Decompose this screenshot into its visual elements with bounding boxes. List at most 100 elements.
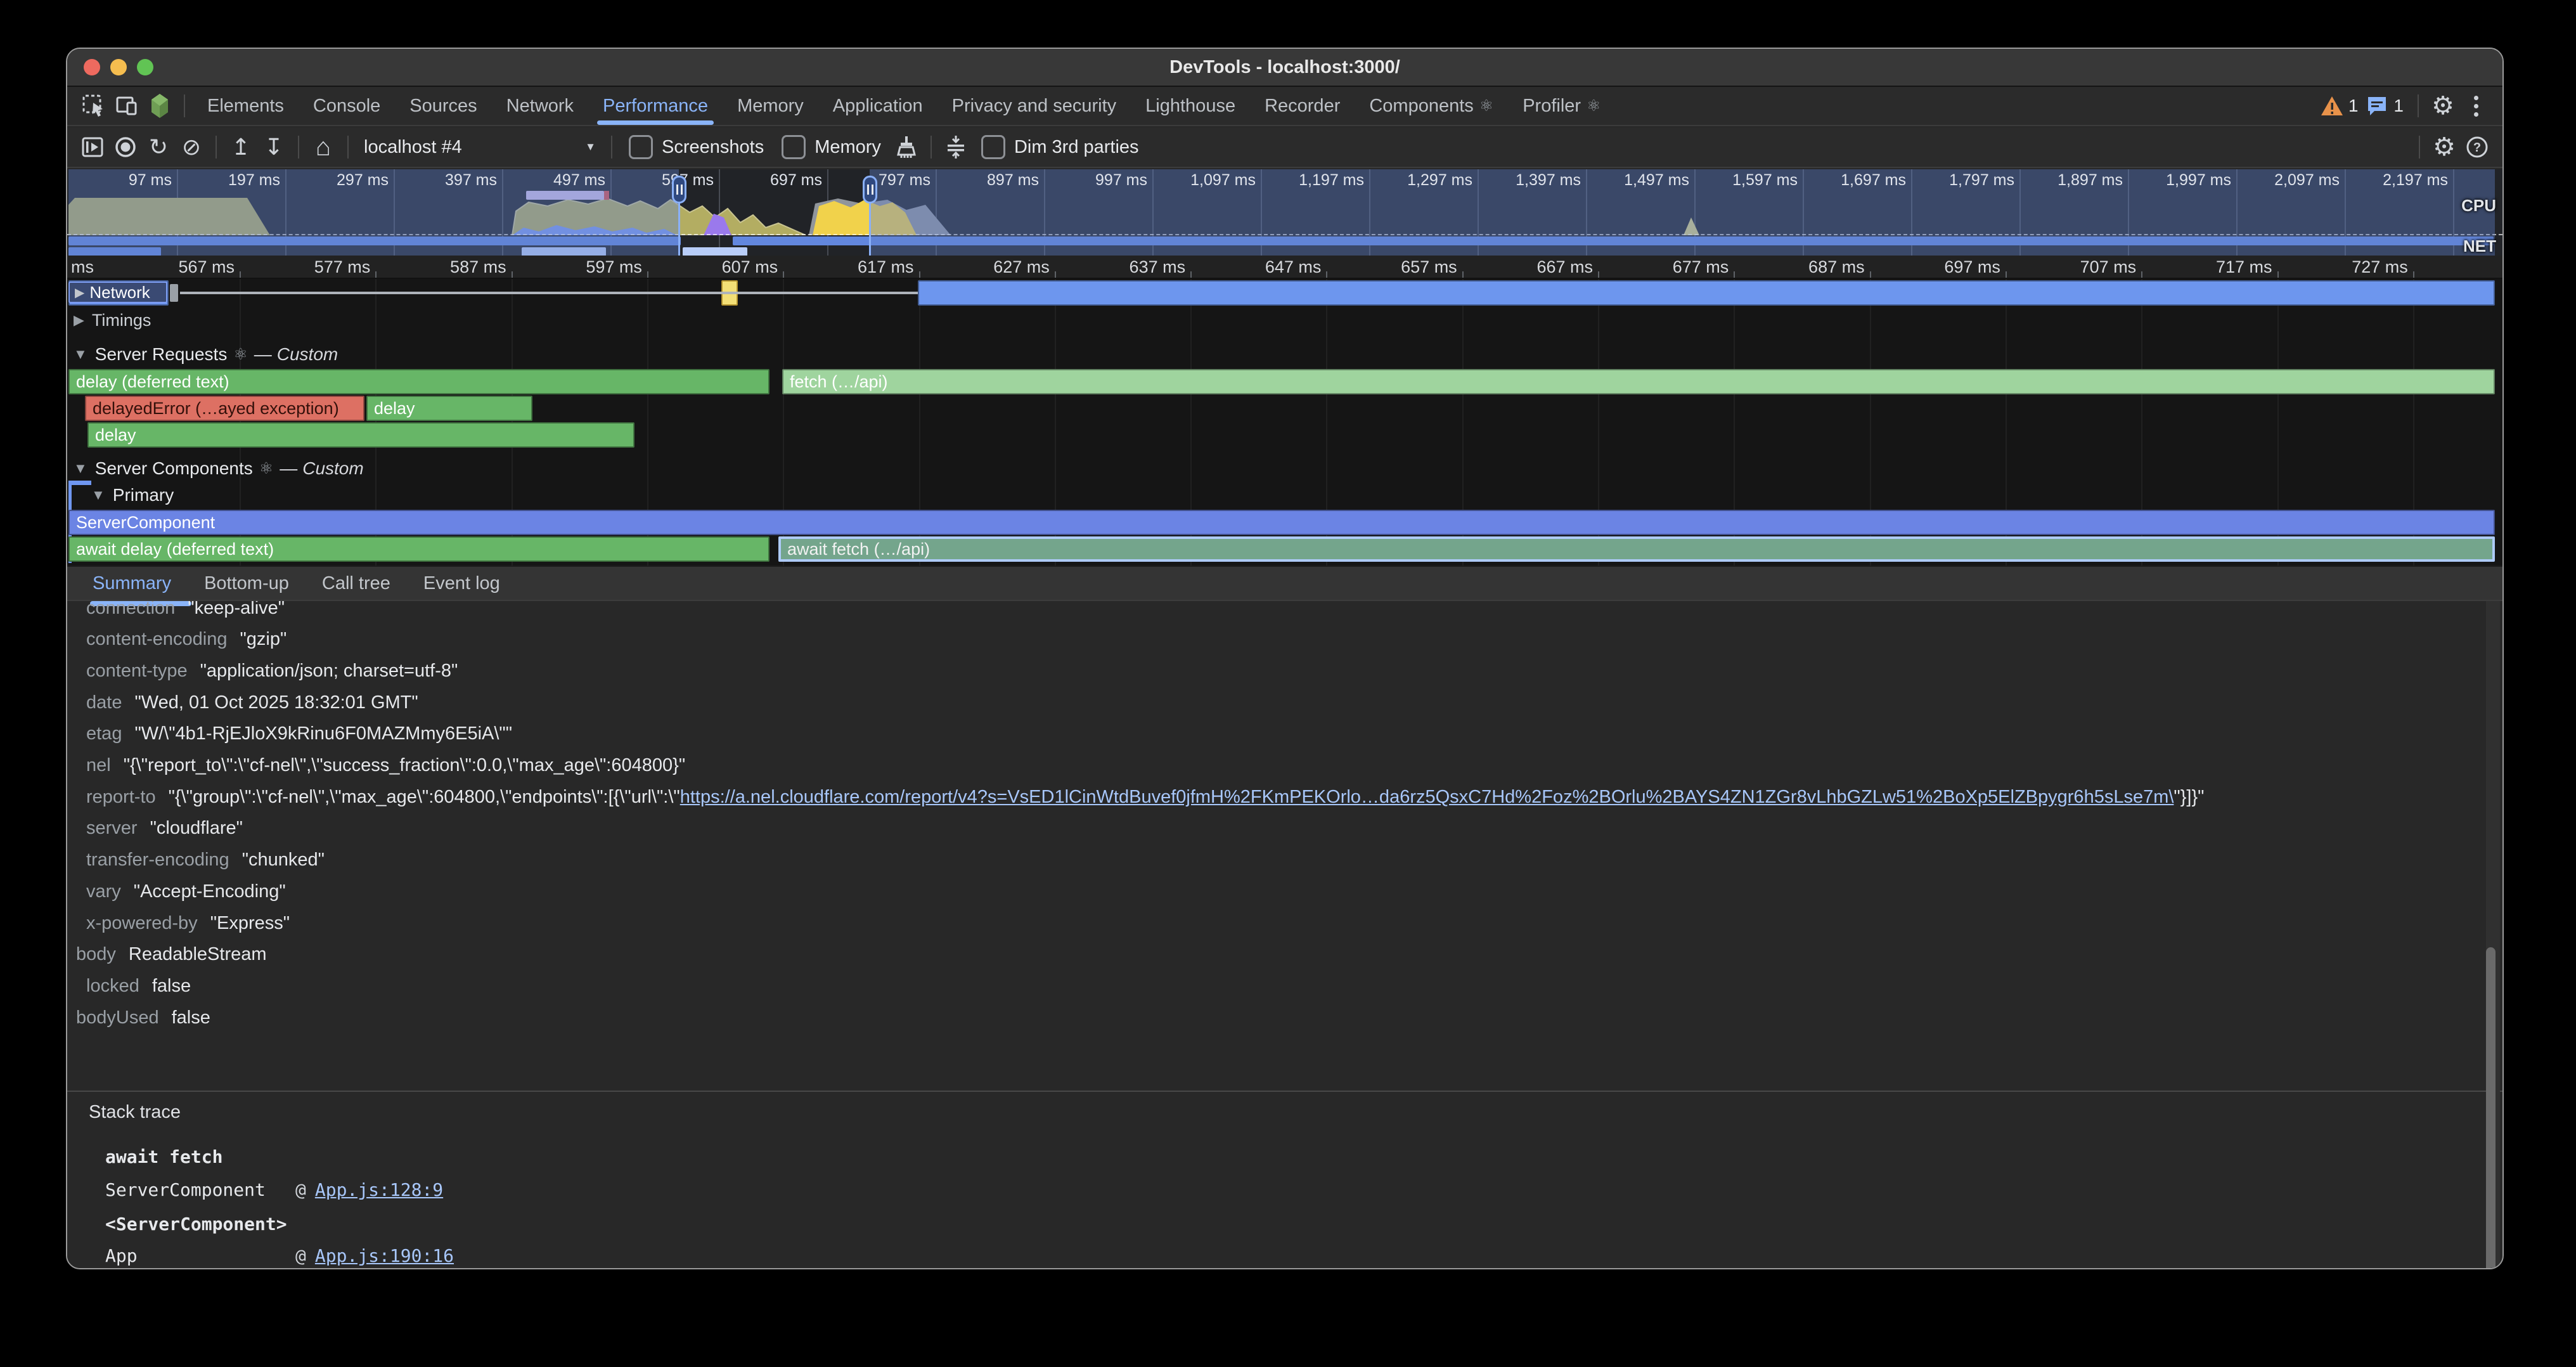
server-components-header[interactable]: ▼ Server Components ⚛ — Custom bbox=[68, 457, 364, 481]
overview-ruler-label: 2,197 ms bbox=[2353, 171, 2448, 188]
capture-settings-gear-icon[interactable]: ⚙ bbox=[2428, 132, 2461, 162]
flame-bar[interactable]: fetch (…/api) bbox=[782, 369, 2495, 394]
record-and-reload-button[interactable]: ↻ bbox=[142, 132, 175, 162]
flame-ruler-label: 567 ms bbox=[127, 257, 235, 277]
tab-sources[interactable]: Sources bbox=[395, 87, 491, 125]
record-button[interactable] bbox=[109, 132, 142, 162]
extension-gem-icon[interactable] bbox=[143, 91, 176, 121]
flame-bar[interactable]: delay bbox=[87, 422, 634, 448]
chevron-down-icon: ▼ bbox=[74, 460, 87, 477]
frame-function: App bbox=[105, 1245, 295, 1266]
tab-event-log[interactable]: Event log bbox=[407, 567, 517, 600]
divider bbox=[216, 136, 217, 159]
source-location-link[interactable]: App.js:128:9 bbox=[315, 1179, 443, 1200]
flame-bar[interactable]: await delay (deferred text) bbox=[68, 536, 770, 562]
tab-profiler[interactable]: Profiler⚛ bbox=[1508, 87, 1615, 125]
issues-message-icon[interactable] bbox=[2364, 91, 2390, 121]
flame-bar[interactable]: await fetch (…/api) bbox=[778, 536, 2495, 562]
clear-button[interactable]: ⊘ bbox=[175, 132, 208, 162]
dim-3rd-parties-checkbox[interactable]: Dim 3rd parties bbox=[981, 135, 1139, 159]
scrollbar-thumb[interactable] bbox=[2486, 947, 2496, 1268]
track-resize-grip[interactable] bbox=[170, 284, 178, 302]
main-tabbar: Elements Console SourcesNetworkPerformance… bbox=[67, 87, 2502, 126]
header-row: transfer-encoding"chunked" bbox=[86, 845, 325, 876]
divider bbox=[298, 136, 299, 159]
flame-bar[interactable]: ServerComponent bbox=[68, 510, 2495, 535]
flame-bar[interactable]: delay (deferred text) bbox=[68, 369, 770, 394]
flamechart-tracks: ▶ Network ▶ Timings ▼ Server Requests ⚛ … bbox=[67, 279, 2502, 566]
flame-ruler-label: 727 ms bbox=[2300, 257, 2408, 277]
tab-lighthouse[interactable]: Lighthouse bbox=[1131, 87, 1250, 125]
header-key: etag bbox=[86, 723, 122, 744]
memory-checkbox[interactable]: Memory bbox=[782, 135, 881, 159]
flame-bar-label: delay bbox=[368, 399, 415, 418]
flame-bar[interactable]: delay bbox=[366, 396, 532, 421]
flame-bar[interactable]: delayedError (…ayed exception) bbox=[85, 396, 364, 421]
overview-ruler-label: 1,397 ms bbox=[1486, 171, 1581, 188]
tab-recorder[interactable]: Recorder bbox=[1250, 87, 1355, 125]
header-row: lockedfalse bbox=[86, 970, 191, 1002]
tab-summary[interactable]: Summary bbox=[76, 567, 188, 600]
primary-label-text: Primary bbox=[113, 485, 174, 505]
overview-ruler-label: 1,297 ms bbox=[1377, 171, 1472, 188]
tab-privacy-and-security[interactable]: Privacy and security bbox=[937, 87, 1131, 125]
section-divider bbox=[67, 1091, 2502, 1092]
live-metrics-home-button[interactable]: ⌂ bbox=[307, 132, 340, 162]
header-value: ReadableStream bbox=[129, 944, 267, 965]
timeline-overview[interactable]: 97 ms197 ms297 ms397 ms497 ms597 ms697 m… bbox=[67, 169, 2502, 256]
overview-ruler-label: 297 ms bbox=[293, 171, 389, 188]
overview-ruler-label: 1,097 ms bbox=[1161, 171, 1256, 188]
history-dropdown[interactable]: localhost #4 ▼ bbox=[356, 132, 603, 162]
tab-call-tree[interactable]: Call tree bbox=[306, 567, 407, 600]
flame-bar-label: delayedError (…ayed exception) bbox=[86, 399, 339, 418]
screenshots-checkbox[interactable]: Screenshots bbox=[629, 135, 764, 159]
compress-tracks-icon[interactable] bbox=[939, 132, 972, 162]
source-location-link[interactable]: App.js:190:16 bbox=[315, 1245, 454, 1266]
flame-ruler-label: 607 ms bbox=[670, 257, 778, 277]
selection-right-handle[interactable] bbox=[863, 176, 877, 204]
settings-gear-icon[interactable]: ⚙ bbox=[2426, 91, 2459, 121]
tab-performance[interactable]: Performance bbox=[588, 87, 723, 125]
toggle-sidebar-icon[interactable] bbox=[76, 132, 109, 162]
header-key: locked bbox=[86, 976, 139, 997]
header-key: connection bbox=[86, 601, 175, 619]
selection-left-handle[interactable] bbox=[672, 176, 686, 204]
header-row: nel"{\"report_to\":\"cf-nel\",\"success_… bbox=[86, 750, 685, 782]
inspect-element-icon[interactable] bbox=[77, 91, 110, 121]
kebab-menu-icon[interactable] bbox=[2459, 91, 2492, 121]
help-icon[interactable]: ? bbox=[2461, 132, 2494, 162]
load-profile-button[interactable]: ↥ bbox=[224, 132, 257, 162]
tab-label: Console bbox=[313, 96, 380, 117]
header-key: nel bbox=[86, 755, 111, 776]
warning-icon[interactable] bbox=[2319, 91, 2345, 121]
network-whisker bbox=[180, 292, 918, 294]
tab-console[interactable]: Console bbox=[299, 87, 395, 125]
server-requests-header[interactable]: ▼ Server Requests ⚛ — Custom bbox=[68, 342, 338, 366]
tab-elements[interactable]: Elements bbox=[193, 87, 299, 125]
tab-label: Memory bbox=[737, 96, 804, 117]
flame-ruler-label: 687 ms bbox=[1757, 257, 1865, 277]
flame-bar-label: delay (deferred text) bbox=[70, 372, 229, 392]
stack-trace-title: Stack trace bbox=[89, 1102, 181, 1123]
header-value: false bbox=[172, 1007, 210, 1028]
tab-components[interactable]: Components⚛ bbox=[1355, 87, 1508, 125]
flame-ruler-label: 637 ms bbox=[1078, 257, 1185, 277]
timings-track-label[interactable]: ▶ Timings bbox=[68, 308, 151, 332]
tab-bottom-up[interactable]: Bottom-up bbox=[188, 567, 306, 600]
chevron-right-icon: ▶ bbox=[75, 285, 84, 301]
flame-ruler-label: 577 ms bbox=[262, 257, 370, 277]
save-profile-button[interactable]: ↧ bbox=[257, 132, 290, 162]
tab-application[interactable]: Application bbox=[818, 87, 937, 125]
primary-group-header[interactable]: ▼ Primary bbox=[86, 483, 174, 507]
scrollbar-track[interactable] bbox=[2486, 601, 2500, 1268]
overview-ruler-label: 1,497 ms bbox=[1594, 171, 1689, 188]
header-row: connection"keep-alive" bbox=[86, 601, 285, 624]
report-to-link[interactable]: https://a.nel.cloudflare.com/report/v4?s… bbox=[680, 787, 2174, 807]
collect-garbage-icon[interactable] bbox=[890, 132, 923, 162]
custom-suffix: Custom bbox=[302, 458, 363, 479]
tab-network[interactable]: Network bbox=[492, 87, 588, 125]
device-toolbar-icon[interactable] bbox=[110, 91, 143, 121]
network-track-label[interactable]: ▶ Network bbox=[68, 282, 167, 303]
divider bbox=[611, 136, 612, 159]
tab-memory[interactable]: Memory bbox=[723, 87, 818, 125]
